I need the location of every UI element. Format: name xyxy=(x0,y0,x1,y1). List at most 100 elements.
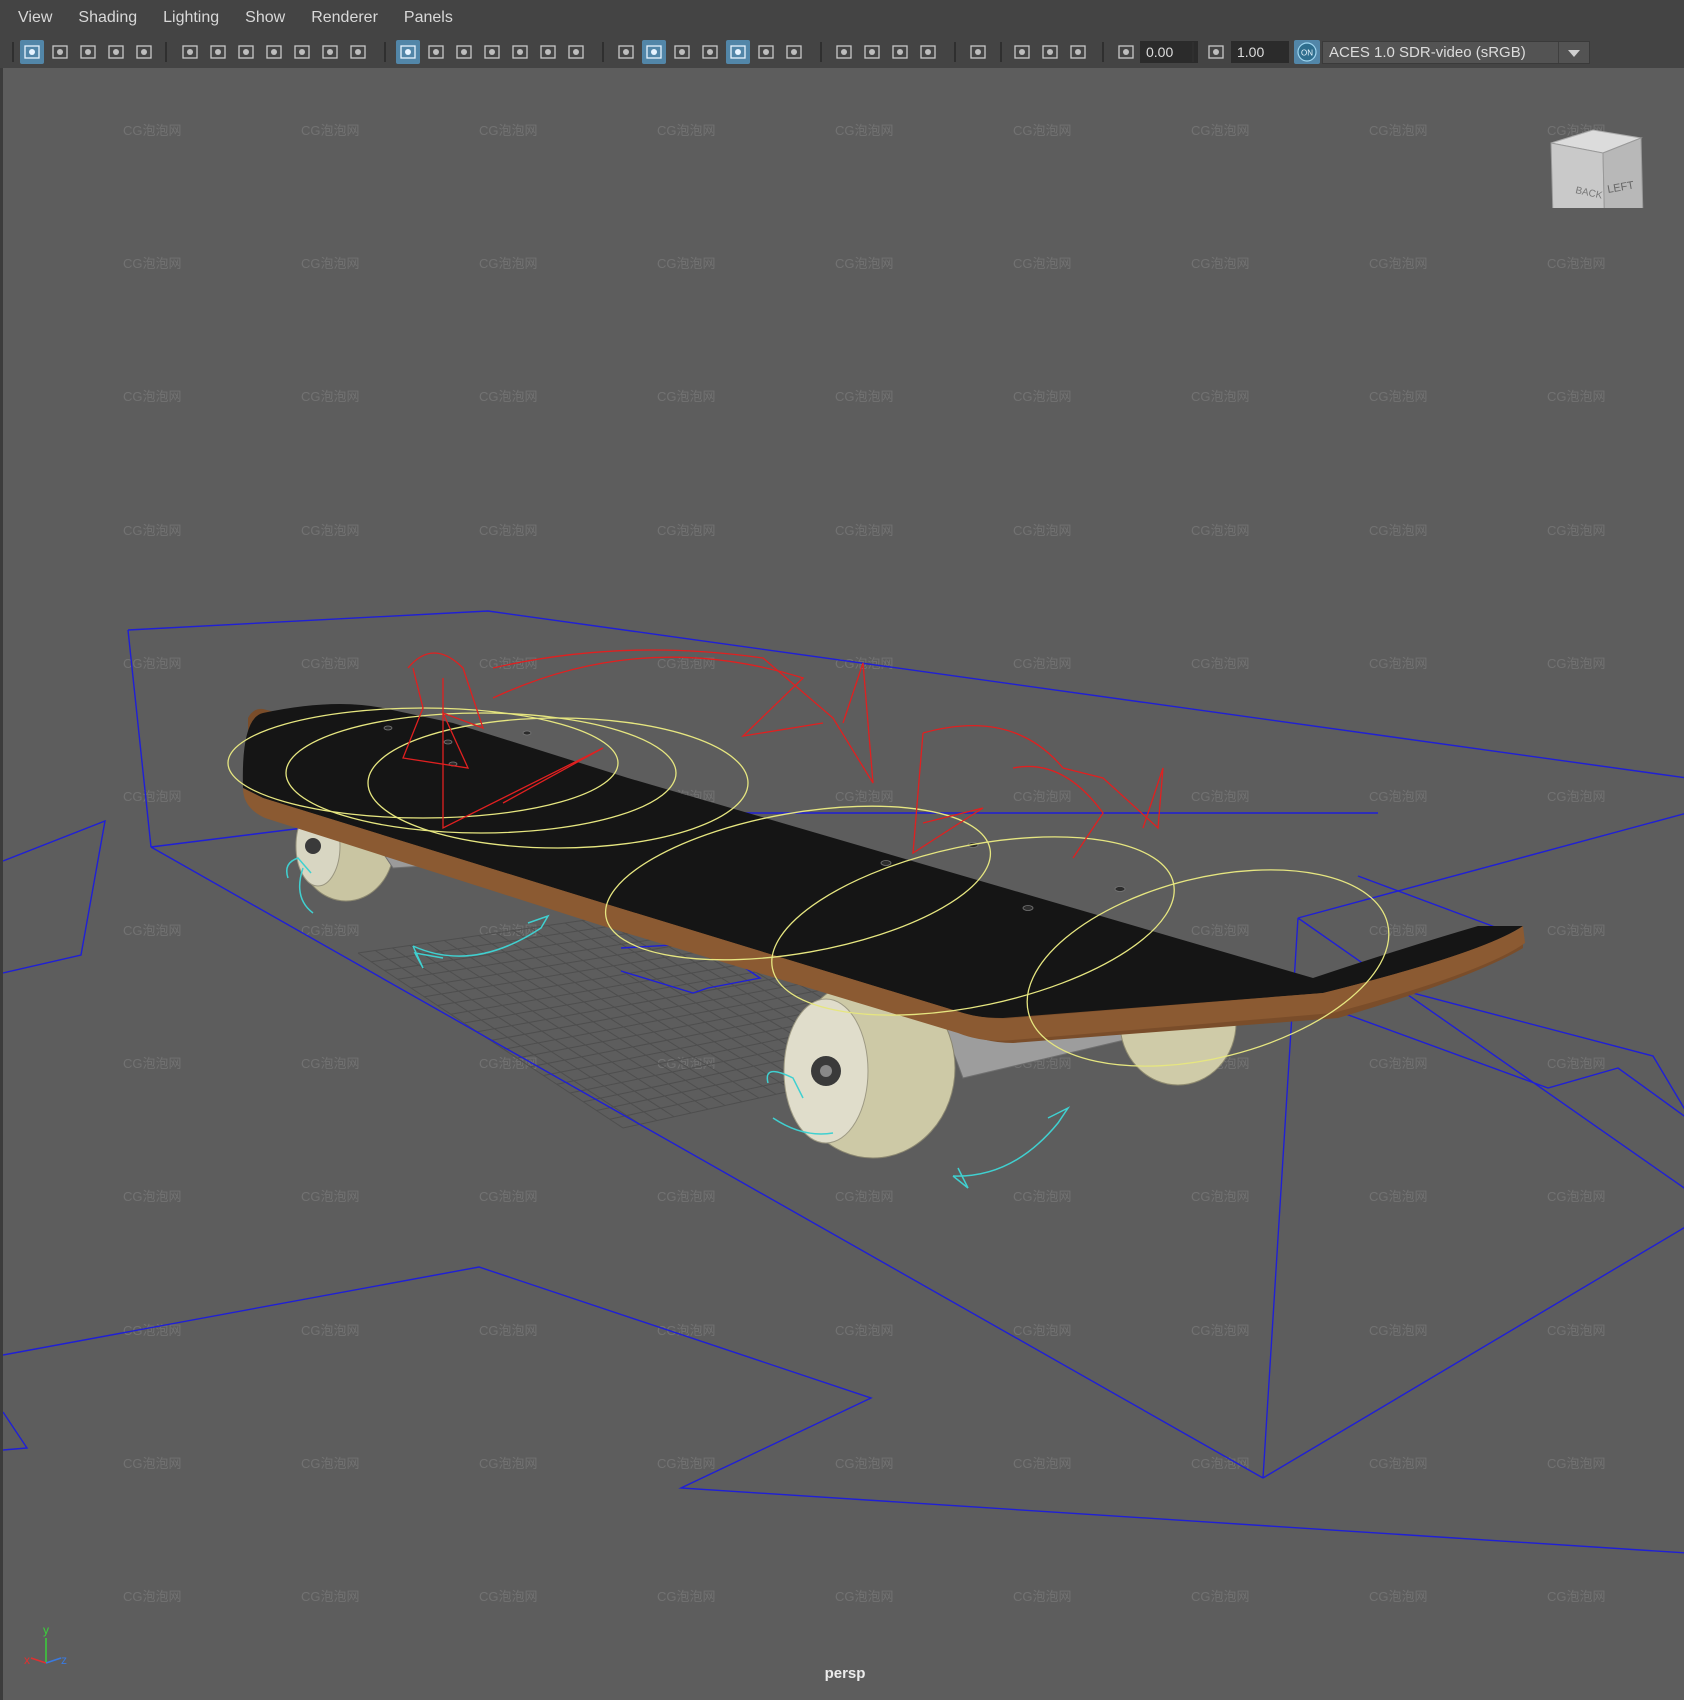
toolbar-separator xyxy=(602,42,604,62)
motion-blur-icon xyxy=(864,45,880,59)
menu-show[interactable]: Show xyxy=(232,9,298,27)
display-layer-icon xyxy=(136,45,152,59)
anti-alias-button[interactable] xyxy=(888,40,912,64)
menu-panels[interactable]: Panels xyxy=(391,9,466,27)
menu-lighting[interactable]: Lighting xyxy=(150,9,232,27)
field-chart-icon xyxy=(512,45,528,59)
xray-joints-button[interactable] xyxy=(1010,40,1034,64)
lighting-button[interactable] xyxy=(754,40,778,64)
safe-title-button[interactable] xyxy=(564,40,588,64)
scene-canvas[interactable] xyxy=(3,68,1684,1700)
color-space-label: ACES 1.0 SDR-video (sRGB) xyxy=(1329,44,1526,61)
bookmark-icon xyxy=(238,45,254,59)
exposure-icon xyxy=(1118,45,1134,59)
chevron-down-icon xyxy=(1558,42,1589,63)
color-space-dropdown[interactable]: ACES 1.0 SDR-video (sRGB) xyxy=(1322,41,1590,64)
select-camera-button[interactable] xyxy=(20,40,44,64)
svg-text:ON: ON xyxy=(1301,49,1313,58)
grease-pencil-button[interactable] xyxy=(346,40,370,64)
camera-attr-button[interactable] xyxy=(206,40,230,64)
resolution-gate-icon xyxy=(456,45,472,59)
camera-button[interactable] xyxy=(178,40,202,64)
xray-active-icon xyxy=(1042,45,1058,59)
skateboard-deck[interactable] xyxy=(242,704,1525,1043)
ambient-occlusion-icon xyxy=(836,45,852,59)
bookmark-button[interactable] xyxy=(234,40,258,64)
shaded-button[interactable] xyxy=(642,40,666,64)
menu-renderer[interactable]: Renderer xyxy=(298,9,391,27)
grid-button[interactable] xyxy=(396,40,420,64)
motion-blur-button[interactable] xyxy=(860,40,884,64)
depth-of-field-button[interactable] xyxy=(916,40,940,64)
camera-name-label: persp xyxy=(824,1665,866,1682)
xray-icon xyxy=(730,45,746,59)
axis-indicator: y x z xyxy=(24,1623,67,1667)
grease-pencil-icon xyxy=(350,45,366,59)
axis-x-label: x xyxy=(24,1653,30,1667)
gamma-button[interactable] xyxy=(1204,40,1228,64)
bookmark2-icon xyxy=(266,45,282,59)
field-chart-button[interactable] xyxy=(508,40,532,64)
toolbar-separator xyxy=(384,42,386,62)
anti-alias-icon xyxy=(892,45,908,59)
wireframe-on-shaded-button[interactable] xyxy=(670,40,694,64)
image-plane-button[interactable] xyxy=(76,40,100,64)
xray-joints-icon xyxy=(1014,45,1030,59)
gamma-icon xyxy=(1208,45,1224,59)
color-management-toggle[interactable]: ON xyxy=(1294,40,1320,64)
shaded-ball-icon xyxy=(108,45,124,59)
menu-shading[interactable]: Shading xyxy=(65,9,150,27)
axis-y-label: y xyxy=(43,1623,49,1637)
3d-viewport[interactable]: CG泡泡网 CG泡泡网 CG泡泡网 CG泡泡网 CG泡泡网 CG泡泡网 CG泡泡网 CG泡泡网… xyxy=(0,68,1684,1700)
color-management-icon: ON xyxy=(1297,42,1317,62)
select-camera-icon xyxy=(24,45,40,59)
toolbar-separator xyxy=(12,42,14,62)
axis-z-label: z xyxy=(61,1653,67,1667)
pan-zoom-button[interactable] xyxy=(318,40,342,64)
backface-icon xyxy=(1070,45,1086,59)
wireframe-on-shaded-icon xyxy=(674,45,690,59)
safe-action-icon xyxy=(540,45,556,59)
menu-view[interactable]: View xyxy=(0,9,65,27)
toolbar-separator xyxy=(165,42,167,62)
display-layer-button[interactable] xyxy=(132,40,156,64)
film-gate-icon xyxy=(52,45,68,59)
toolbar-separator xyxy=(1102,42,1104,62)
isolate-select-button[interactable] xyxy=(966,40,990,64)
bookmark2-button[interactable] xyxy=(262,40,286,64)
safe-action-button[interactable] xyxy=(536,40,560,64)
pivot-button[interactable] xyxy=(290,40,314,64)
film-gate2-button[interactable] xyxy=(424,40,448,64)
camera-attr-icon xyxy=(210,45,226,59)
toolbar-separator xyxy=(954,42,956,62)
wireframe-button[interactable] xyxy=(614,40,638,64)
film-gate2-icon xyxy=(428,45,444,59)
xray-active-button[interactable] xyxy=(1038,40,1062,64)
pivot-icon xyxy=(294,45,310,59)
shaded-ball-button[interactable] xyxy=(104,40,128,64)
exposure-button[interactable] xyxy=(1114,40,1138,64)
textured-button[interactable] xyxy=(698,40,722,64)
backface-button[interactable] xyxy=(1066,40,1090,64)
isolate-select-icon xyxy=(970,45,986,59)
wireframe-icon xyxy=(618,45,634,59)
safe-title-icon xyxy=(568,45,584,59)
resolution-gate-button[interactable] xyxy=(452,40,476,64)
viewport-toolbar: 0.00 1.00 ON ACES 1.0 SDR-video (sRGB) xyxy=(0,36,1684,69)
lighting-icon xyxy=(758,45,774,59)
camera-icon xyxy=(182,45,198,59)
depth-of-field-icon xyxy=(920,45,936,59)
gate-mask-icon xyxy=(484,45,500,59)
view-cube[interactable]: BACK LEFT xyxy=(1543,108,1653,208)
shadows-icon xyxy=(786,45,802,59)
ambient-occlusion-button[interactable] xyxy=(832,40,856,64)
gamma-field[interactable]: 1.00 xyxy=(1231,41,1289,63)
film-gate-button[interactable] xyxy=(48,40,72,64)
image-plane-icon xyxy=(80,45,96,59)
textured-icon xyxy=(702,45,718,59)
xray-button[interactable] xyxy=(726,40,750,64)
shaded-icon xyxy=(646,45,662,59)
exposure-field[interactable]: 0.00 xyxy=(1140,41,1198,63)
gate-mask-button[interactable] xyxy=(480,40,504,64)
shadows-button[interactable] xyxy=(782,40,806,64)
